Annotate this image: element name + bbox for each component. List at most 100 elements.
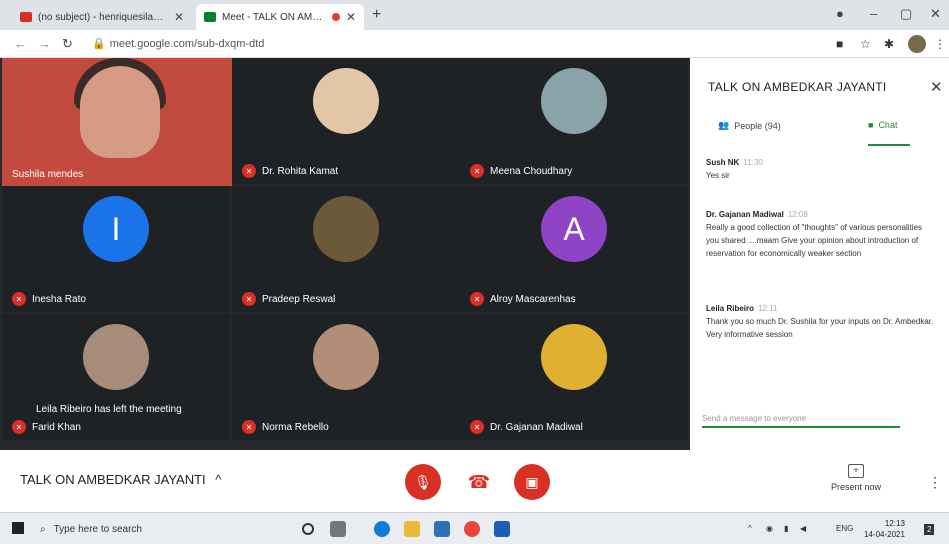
participant-name: Sushila mendes — [12, 169, 84, 180]
participant-name: Pradeep Reswal — [262, 293, 336, 305]
close-tab-icon[interactable]: ✕ — [174, 10, 184, 24]
participant-tile[interactable]: ✕ Dr. Rohita Kamat — [232, 58, 460, 184]
chat-message: Dr. Gajanan Madiwal 12:08 Really a good c… — [706, 208, 936, 260]
message-author: Sush NK — [706, 158, 740, 167]
participant-name: Dr. Gajanan Madiwal — [490, 421, 583, 433]
url-field[interactable]: 🔒 meet.google.com/sub-dxqm-dtd — [92, 37, 264, 50]
participant-tile[interactable]: Sushila mendes — [2, 58, 232, 186]
chat-icon: ■ — [868, 120, 874, 130]
active-tab-indicator — [868, 144, 910, 146]
back-icon[interactable]: ← — [14, 36, 27, 51]
tab-title: Meet - TALK ON AMBEDKA — [222, 11, 326, 23]
tab-people[interactable]: 👥 People (94) — [718, 120, 781, 131]
tab-chat[interactable]: ■ Chat — [868, 120, 897, 130]
mic-off-icon: ✕ — [12, 420, 26, 434]
edge-icon[interactable] — [374, 521, 390, 537]
chat-compose-input[interactable]: Send a message to everyone — [702, 414, 900, 428]
participant-tile[interactable]: ✕ Norma Rebello — [232, 314, 460, 440]
battery-icon[interactable]: ▮ — [784, 524, 788, 533]
notifications-icon[interactable]: 2 — [924, 524, 935, 535]
participant-tile[interactable]: ✕ Pradeep Reswal — [232, 186, 460, 312]
participant-name-row: Sushila mendes — [12, 169, 83, 180]
mic-off-icon: ✕ — [470, 292, 484, 306]
gmail-icon — [20, 12, 32, 22]
participant-name-row: ✕ Pradeep Reswal — [242, 292, 335, 306]
reload-icon[interactable]: ↻ — [62, 36, 73, 52]
tab-title: (no subject) - henriquesila@gmai — [38, 11, 168, 23]
volume-icon[interactable]: ◀ — [800, 524, 806, 533]
minimize-icon[interactable]: – — [870, 6, 877, 21]
tray-chevron-icon[interactable]: ^ — [748, 524, 752, 533]
message-text: Thank you so much Dr. Sushila for your i… — [706, 317, 934, 339]
message-text: Really a good collection of "thoughts" o… — [706, 223, 923, 258]
language-indicator[interactable]: ENG — [836, 524, 853, 533]
taskbar-search[interactable]: ⌕ Type here to search — [40, 519, 290, 539]
message-time: 12:08 — [787, 210, 808, 219]
task-view-icon[interactable] — [330, 521, 346, 537]
participant-name-row: ✕ Dr. Rohita Kamat — [242, 164, 338, 178]
address-bar: ← → ↻ 🔒 meet.google.com/sub-dxqm-dtd ■ ☆ … — [0, 30, 949, 58]
participant-tile[interactable]: ✕ Meena Choudhary — [460, 58, 688, 184]
windows-start-icon[interactable] — [12, 522, 24, 534]
forward-icon[interactable]: → — [38, 36, 51, 51]
new-tab-button[interactable]: + — [372, 6, 381, 24]
tab-gmail[interactable]: (no subject) - henriquesila@gmai ✕ — [12, 4, 192, 30]
maximize-icon[interactable]: ▢ — [900, 6, 912, 22]
close-panel-icon[interactable]: ✕ — [930, 78, 943, 96]
leave-call-button[interactable]: ☎ — [461, 464, 497, 500]
mic-off-icon: ✕ — [242, 292, 256, 306]
clock-time: 12:13 — [884, 519, 905, 528]
participant-tile[interactable]: I ✕ Inesha Rato — [2, 186, 230, 312]
people-icon: 👥 — [718, 120, 730, 130]
participant-name: Dr. Rohita Kamat — [262, 165, 339, 177]
video-grid: Sushila mendes ✕ Dr. Rohita Kamat ✕ Meena … — [0, 58, 690, 450]
taskbar-clock[interactable]: 12:13 14-04-2021 — [864, 518, 905, 540]
mic-off-icon: ✕ — [470, 164, 484, 178]
chrome-icon[interactable] — [464, 521, 480, 537]
people-tab-label: People (94) — [734, 120, 781, 131]
mic-off-icon: ✕ — [242, 164, 256, 178]
avatar — [313, 68, 379, 134]
avatar — [83, 324, 149, 390]
participant-name-row: ✕ Inesha Rato — [12, 292, 86, 306]
browser-avatar[interactable] — [908, 35, 926, 53]
profile-icon[interactable]: ● — [836, 6, 844, 21]
avatar — [313, 196, 379, 262]
cortana-icon[interactable] — [302, 523, 314, 535]
participant-name-row: ✕ Alroy Mascarenhas — [470, 292, 576, 306]
mic-off-icon: ✕ — [12, 292, 26, 306]
camera-icon[interactable]: ■ — [836, 37, 843, 51]
speaker-video — [80, 66, 160, 158]
os-taskbar: ⌕ Type here to search ^ ◉ ▮ ◀ ENG 12:13 … — [0, 512, 949, 544]
participant-name: Alroy Mascarenhas — [490, 293, 576, 305]
browser-tab-bar: (no subject) - henriquesila@gmai ✕ Meet … — [0, 0, 949, 30]
chevron-up-icon: ^ — [215, 472, 222, 487]
close-tab-icon[interactable]: ✕ — [346, 10, 356, 24]
present-now-button[interactable]: + Present now — [826, 464, 886, 492]
participant-name: Norma Rebello — [262, 421, 329, 433]
tab-meet[interactable]: Meet - TALK ON AMBEDKA ✕ — [196, 4, 364, 30]
more-options-icon[interactable]: ⋮ — [928, 474, 942, 491]
mail-icon[interactable] — [434, 521, 450, 537]
browser-menu-icon[interactable]: ⋮ — [934, 37, 946, 51]
clock-date: 14-04-2021 — [864, 530, 905, 539]
network-icon[interactable]: ◉ — [766, 524, 773, 533]
word-icon[interactable] — [494, 521, 510, 537]
meeting-title: TALK ON AMBEDKAR JAYANTI — [20, 472, 206, 487]
participant-tile[interactable]: A ✕ Alroy Mascarenhas — [460, 186, 688, 312]
avatar: I — [83, 196, 149, 262]
meet-icon — [204, 12, 216, 22]
participant-tile[interactable]: ✕ Dr. Gajanan Madiwal — [460, 314, 688, 440]
participant-name-row: ✕ Farid Khan — [12, 420, 81, 434]
camera-toggle-button[interactable]: ▣ — [514, 464, 550, 500]
meeting-details-toggle[interactable]: TALK ON AMBEDKAR JAYANTI ^ — [20, 472, 221, 487]
extensions-icon[interactable]: ✱ — [884, 37, 894, 51]
mic-toggle-button[interactable]: 🎙 — [405, 464, 441, 500]
url-text: meet.google.com/sub-dxqm-dtd — [109, 38, 265, 50]
chat-message: Leila Ribeiro 12:11 Thank you so much Dr.… — [706, 302, 936, 341]
participant-tile[interactable]: ✕ Farid Khan — [2, 314, 230, 440]
file-explorer-icon[interactable] — [404, 521, 420, 537]
close-window-icon[interactable]: ✕ — [930, 6, 941, 22]
message-text: Yes sir — [706, 171, 730, 180]
bookmark-star-icon[interactable]: ☆ — [860, 37, 871, 51]
